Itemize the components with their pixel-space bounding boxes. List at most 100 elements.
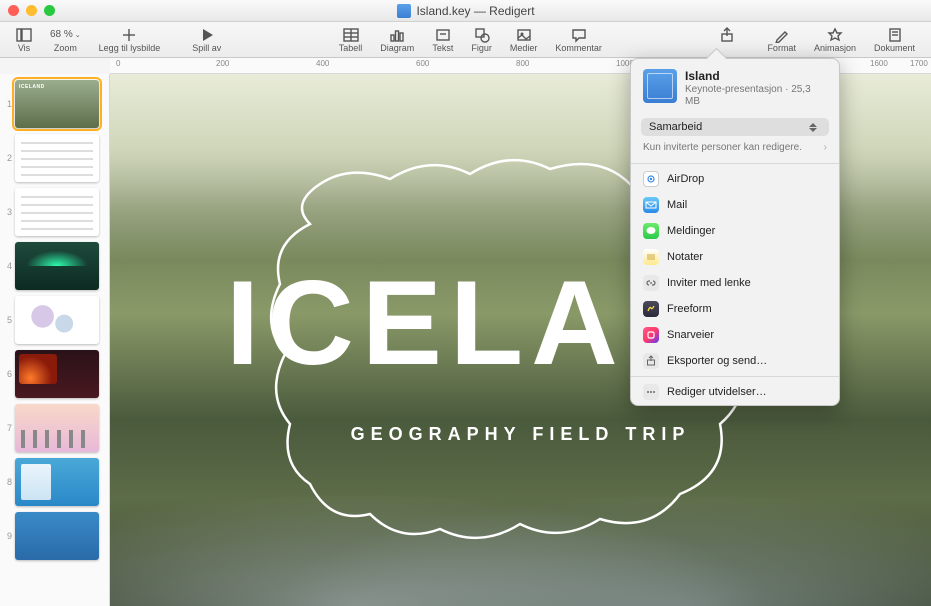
slide-thumbnail-8[interactable] <box>15 458 99 506</box>
notes-icon <box>643 249 659 265</box>
mail-icon <box>643 197 659 213</box>
zoom-button[interactable]: 68 % ⌄ Zoom <box>42 23 89 57</box>
slide-thumbnail-4[interactable] <box>15 242 99 290</box>
slide-number: 4 <box>4 261 12 271</box>
shape-icon <box>474 27 490 43</box>
export-icon <box>643 353 659 369</box>
share-item-label: Notater <box>667 251 703 263</box>
chevron-right-icon: › <box>824 142 827 153</box>
chart-icon <box>389 27 405 43</box>
slide-number: 3 <box>4 207 12 217</box>
share-header: Island Keynote-presentasjon · 25,3 MB <box>631 59 839 116</box>
share-freeform[interactable]: Freeform <box>631 296 839 322</box>
slide-thumbnail-5[interactable] <box>15 296 99 344</box>
text-button[interactable]: Tekst <box>424 23 461 57</box>
freeform-icon <box>643 301 659 317</box>
play-icon <box>199 27 215 43</box>
toolbar: Vis 68 % ⌄ Zoom Legg til lysbilde Spill … <box>0 22 931 58</box>
format-button[interactable]: Format <box>759 23 804 57</box>
media-label: Medier <box>510 43 538 53</box>
airdrop-icon <box>643 171 659 187</box>
title-filename: Island.key <box>416 4 470 18</box>
play-label: Spill av <box>192 43 221 53</box>
messages-icon <box>643 223 659 239</box>
slide-thumbnail-1[interactable]: ICELAND <box>15 80 99 128</box>
minimize-window-button[interactable] <box>26 5 37 16</box>
share-filename: Island <box>685 69 827 83</box>
more-icon <box>643 384 659 400</box>
thumb-title: ICELAND <box>19 84 45 90</box>
share-item-label: AirDrop <box>667 173 704 185</box>
slide-number: 9 <box>4 531 12 541</box>
share-shortcuts[interactable]: Snarveier <box>631 322 839 348</box>
share-item-label: Eksporter og send… <box>667 355 767 367</box>
shape-label: Figur <box>471 43 492 53</box>
share-item-label: Rediger utvidelser… <box>667 386 767 398</box>
animate-button[interactable]: Animasjon <box>806 23 864 57</box>
fullscreen-window-button[interactable] <box>44 5 55 16</box>
slide-thumbnail-6[interactable] <box>15 350 99 398</box>
plus-icon <box>121 27 137 43</box>
collaboration-mode-select[interactable]: Samarbeid <box>641 118 829 136</box>
close-window-button[interactable] <box>8 5 19 16</box>
ruler-tick: 400 <box>316 59 329 68</box>
title-status: Redigert <box>489 4 534 18</box>
table-icon <box>343 27 359 43</box>
separator <box>631 376 839 377</box>
slide-thumbnail-9[interactable] <box>15 512 99 560</box>
view-button[interactable]: Vis <box>8 23 40 57</box>
share-icon <box>719 27 735 43</box>
share-notes[interactable]: Notater <box>631 244 839 270</box>
slide-number: 6 <box>4 369 12 379</box>
ruler-tick: 1600 <box>870 59 888 68</box>
format-label: Format <box>767 43 796 53</box>
add-slide-label: Legg til lysbilde <box>99 43 161 53</box>
slide-number: 1 <box>4 99 12 109</box>
traffic-lights <box>8 5 55 16</box>
permissions-row[interactable]: Kun inviterte personer kan redigere. › <box>631 140 839 161</box>
comment-button[interactable]: Kommentar <box>547 23 610 57</box>
share-airdrop[interactable]: AirDrop <box>631 166 839 192</box>
share-popover: Island Keynote-presentasjon · 25,3 MB Sa… <box>630 58 840 406</box>
document-icon <box>887 27 903 43</box>
separator <box>631 163 839 164</box>
share-messages[interactable]: Meldinger <box>631 218 839 244</box>
format-icon <box>774 27 790 43</box>
keynote-file-icon <box>396 4 410 18</box>
window-titlebar: Island.key — Redigert <box>0 0 931 22</box>
share-item-label: Snarveier <box>667 329 714 341</box>
window-title: Island.key — Redigert <box>396 4 534 18</box>
slide-navigator[interactable]: 1ICELAND 2 3 4 5 6 7 8 9 <box>0 74 110 606</box>
slide-thumbnail-3[interactable] <box>15 188 99 236</box>
chart-button[interactable]: Diagram <box>372 23 422 57</box>
slide-number: 5 <box>4 315 12 325</box>
media-button[interactable]: Medier <box>502 23 546 57</box>
chart-label: Diagram <box>380 43 414 53</box>
permissions-label: Kun inviterte personer kan redigere. <box>643 142 802 153</box>
updown-icon <box>809 121 821 133</box>
share-item-label: Meldinger <box>667 225 715 237</box>
slide-thumbnail-2[interactable] <box>15 134 99 182</box>
slide-subtitle[interactable]: GEOGRAPHY FIELD TRIP <box>110 424 931 445</box>
share-edit-extensions[interactable]: Rediger utvidelser… <box>631 379 839 405</box>
view-label: Vis <box>18 43 30 53</box>
view-icon <box>16 27 32 43</box>
ruler-tick: 800 <box>516 59 529 68</box>
shape-button[interactable]: Figur <box>463 23 500 57</box>
share-export[interactable]: Eksporter og send… <box>631 348 839 374</box>
ruler-tick: 0 <box>116 59 120 68</box>
share-invite-link[interactable]: Inviter med lenke <box>631 270 839 296</box>
share-mail[interactable]: Mail <box>631 192 839 218</box>
add-slide-button[interactable]: Legg til lysbilde <box>91 23 169 57</box>
document-button[interactable]: Dokument <box>866 23 923 57</box>
document-label: Dokument <box>874 43 915 53</box>
comment-icon <box>571 27 587 43</box>
share-filemeta: Keynote-presentasjon · 25,3 MB <box>685 84 827 108</box>
animate-icon <box>827 27 843 43</box>
zoom-label: Zoom <box>54 43 77 53</box>
play-button[interactable]: Spill av <box>184 23 229 57</box>
share-label <box>726 43 729 53</box>
slide-thumbnail-7[interactable] <box>15 404 99 452</box>
table-button[interactable]: Tabell <box>331 23 371 57</box>
text-icon <box>435 27 451 43</box>
